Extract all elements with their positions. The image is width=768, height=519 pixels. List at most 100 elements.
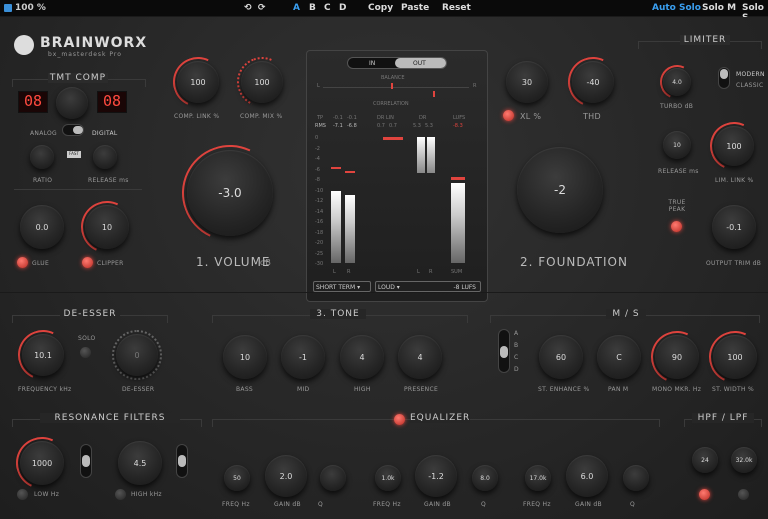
comp-mix-knob[interactable]: 100: [241, 61, 283, 103]
meter-scale-tick: -16: [315, 219, 324, 225]
meter-scale-tick: -30: [315, 261, 324, 267]
lufs-value: -8.3: [453, 123, 463, 129]
volume-knob[interactable]: -3.0: [187, 150, 273, 236]
eq1-freq-knob[interactable]: 50: [224, 465, 250, 491]
lim-link-knob[interactable]: 100: [714, 126, 754, 166]
deesser-freq-knob[interactable]: 10.1: [22, 334, 64, 376]
ratio-label: RATIO: [33, 177, 53, 184]
hpf-value: 24: [701, 456, 709, 464]
solo-m-button[interactable]: Solo M: [702, 3, 736, 13]
lufs-target: -8 LUFS: [453, 284, 476, 291]
auto-solo-button[interactable]: Auto Solo: [652, 3, 701, 13]
eq3-freq-knob[interactable]: 17.0k: [525, 465, 551, 491]
eq2-freq-knob[interactable]: 1.0k: [375, 465, 401, 491]
bass-knob[interactable]: 10: [223, 335, 267, 379]
slot-c-button[interactable]: C: [324, 3, 331, 13]
undo-icon[interactable]: ⟲: [244, 3, 252, 13]
foundation-knob[interactable]: -2: [517, 147, 603, 233]
meter-scale-tick: -12: [315, 198, 324, 204]
lim-link-label: LIM. LINK %: [715, 177, 754, 184]
clipper-led[interactable]: [82, 257, 93, 268]
eq2-gain-knob[interactable]: -1.2: [415, 455, 457, 497]
ms-mode-a[interactable]: A: [514, 330, 518, 337]
pan-m-knob[interactable]: C: [597, 335, 641, 379]
fast-button[interactable]: FAST: [67, 151, 81, 158]
hpf-led[interactable]: [699, 489, 710, 500]
st-enhance-value: 60: [555, 352, 567, 362]
dr-right: 5.3: [425, 123, 433, 129]
zoom-level[interactable]: 100 %: [15, 3, 46, 13]
out-button[interactable]: OUT: [413, 60, 426, 67]
reset-button[interactable]: Reset: [442, 3, 471, 13]
deesser-solo-button[interactable]: [80, 347, 91, 358]
eq3-q-knob[interactable]: [623, 465, 649, 491]
loudness-select[interactable]: LOUD ▾ -8 LUFS: [375, 281, 481, 292]
ms-mode-b[interactable]: B: [514, 342, 518, 349]
mono-maker-value: 90: [671, 352, 683, 362]
dr-left: 5.3: [413, 123, 421, 129]
mono-maker-knob[interactable]: 90: [655, 335, 699, 379]
xl-knob[interactable]: 30: [506, 61, 548, 103]
tone-title: 3. TONE: [310, 309, 366, 319]
lpf-knob[interactable]: 32.0k: [731, 447, 757, 473]
res-low-button[interactable]: [17, 489, 28, 500]
limiter-release-knob[interactable]: 10: [663, 131, 691, 159]
thd-knob[interactable]: -40: [572, 61, 614, 103]
deesser-solo-label: SOLO: [78, 335, 96, 342]
slot-d-button[interactable]: D: [339, 3, 346, 13]
presence-knob[interactable]: 4: [398, 335, 442, 379]
high-value: 4: [359, 352, 365, 362]
glue-knob[interactable]: 0.0: [20, 205, 64, 249]
short-term-select[interactable]: SHORT TERM ▾: [313, 281, 371, 292]
turbo-knob[interactable]: 4.0: [663, 68, 691, 96]
st-width-knob[interactable]: 100: [713, 335, 757, 379]
lpf-led[interactable]: [738, 489, 749, 500]
eq2-q-knob[interactable]: 8.0: [472, 465, 498, 491]
st-enhance-label: ST. ENHANCE %: [538, 386, 590, 393]
glue-led[interactable]: [17, 257, 28, 268]
meter-scale-tick: -25: [315, 250, 324, 257]
right-meter-bar: [345, 195, 355, 263]
eq3-gain-knob[interactable]: 6.0: [566, 455, 608, 497]
eq2-q-value: 8.0: [480, 474, 490, 482]
dr-lin-peak: [383, 137, 403, 140]
clipper-knob[interactable]: 10: [85, 205, 129, 249]
eq1-gain-knob[interactable]: 2.0: [265, 455, 307, 497]
res-high-button[interactable]: [115, 489, 126, 500]
res-high-switch[interactable]: [176, 444, 188, 478]
ms-mode-c[interactable]: C: [514, 354, 519, 361]
ms-mode-d[interactable]: D: [514, 366, 519, 373]
mid-knob[interactable]: -1: [281, 335, 325, 379]
release-knob[interactable]: [93, 145, 117, 169]
res-high-knob[interactable]: 4.5: [118, 441, 162, 485]
st-enhance-knob[interactable]: 60: [539, 335, 583, 379]
bass-value: 10: [239, 352, 251, 362]
paste-button[interactable]: Paste: [401, 3, 429, 13]
slot-b-button[interactable]: B: [309, 3, 316, 13]
res-low-switch[interactable]: [80, 444, 92, 478]
eq1-q-knob[interactable]: [320, 465, 346, 491]
meter-scale-tick: -14: [315, 208, 324, 215]
hpf-knob[interactable]: 24: [692, 447, 718, 473]
true-peak-led[interactable]: [671, 221, 682, 232]
in-button[interactable]: IN: [369, 60, 375, 67]
slot-a-button[interactable]: A: [293, 3, 300, 13]
output-trim-knob[interactable]: -0.1: [712, 205, 756, 249]
redo-icon[interactable]: ⟳: [258, 3, 266, 13]
modern-classic-switch[interactable]: [718, 67, 730, 89]
copy-button[interactable]: Copy: [368, 3, 393, 13]
eq-enable-led[interactable]: [394, 414, 405, 425]
ms-mode-switch[interactable]: [498, 329, 510, 373]
ratio-knob[interactable]: [30, 145, 54, 169]
tmt-knob[interactable]: [56, 87, 88, 119]
deesser-amount-knob[interactable]: 0: [116, 334, 158, 376]
turbo-value: 4.0: [672, 78, 682, 86]
res-low-knob[interactable]: 1000: [20, 441, 64, 485]
xl-led[interactable]: [503, 110, 514, 121]
eq3-q-label: Q: [630, 501, 636, 508]
analog-digital-switch[interactable]: [62, 124, 84, 136]
high-knob[interactable]: 4: [340, 335, 384, 379]
zoom-icon[interactable]: [4, 4, 12, 12]
comp-link-knob[interactable]: 100: [177, 61, 219, 103]
clipper-value: 10: [101, 222, 113, 232]
